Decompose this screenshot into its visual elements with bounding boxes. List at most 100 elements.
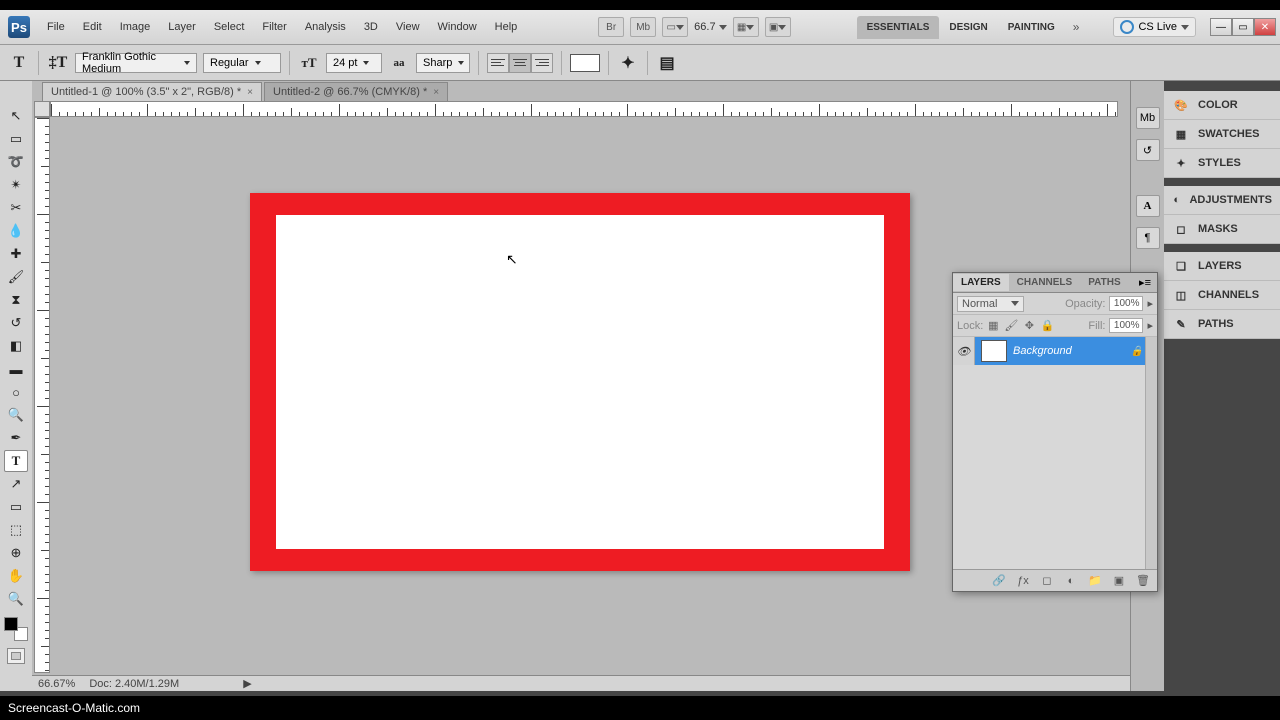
path-select-tool[interactable]: ↗ <box>4 473 28 495</box>
text-color-swatch[interactable] <box>570 54 600 72</box>
status-docinfo[interactable]: Doc: 2.40M/1.29M <box>89 678 179 690</box>
zoom-tool[interactable]: 🔍 <box>4 588 28 610</box>
menu-3d[interactable]: 3D <box>355 17 387 37</box>
close-icon[interactable]: × <box>247 87 253 98</box>
delete-layer-icon[interactable]: 🗑 <box>1135 574 1151 588</box>
menu-view[interactable]: View <box>387 17 429 37</box>
layer-name[interactable]: Background <box>1013 345 1072 357</box>
lock-all-icon[interactable]: 🔒 <box>1041 320 1053 332</box>
menu-analysis[interactable]: Analysis <box>296 17 355 37</box>
warp-text-icon[interactable]: ✦ <box>617 52 639 74</box>
healing-tool[interactable]: ✚ <box>4 243 28 265</box>
menu-help[interactable]: Help <box>486 17 527 37</box>
layer-visibility-icon[interactable]: 👁 <box>953 337 975 365</box>
screenmode-icon[interactable]: ▣ <box>765 17 791 37</box>
panel-menu-icon[interactable]: ▸≡ <box>1133 273 1157 292</box>
eraser-tool[interactable]: ◧ <box>4 335 28 357</box>
panel-adjustments[interactable]: ◐ADJUSTMENTS <box>1164 186 1280 215</box>
menu-window[interactable]: Window <box>429 17 486 37</box>
minibridge-icon[interactable]: Mb <box>630 17 656 37</box>
chevron-right-icon[interactable]: ▸ <box>1147 297 1153 310</box>
channels-tab[interactable]: CHANNELS <box>1009 274 1081 291</box>
layers-tab[interactable]: LAYERS <box>953 274 1009 291</box>
layer-thumbnail[interactable] <box>981 340 1007 362</box>
align-right-button[interactable] <box>531 53 553 73</box>
ruler-origin[interactable] <box>34 101 50 117</box>
text-orientation-icon[interactable]: ‡T <box>47 52 69 74</box>
ruler-vertical[interactable] <box>34 117 50 673</box>
eyedropper-tool[interactable]: 💧 <box>4 220 28 242</box>
lasso-tool[interactable]: ➰ <box>4 151 28 173</box>
menu-select[interactable]: Select <box>205 17 254 37</box>
character-dock-icon[interactable]: A <box>1136 195 1160 217</box>
hand-tool[interactable]: ✋ <box>4 565 28 587</box>
menu-edit[interactable]: Edit <box>74 17 111 37</box>
blend-mode-dropdown[interactable]: Normal <box>957 296 1024 312</box>
workspace-essentials[interactable]: ESSENTIALS <box>857 16 940 39</box>
pen-tool[interactable]: ✒ <box>4 427 28 449</box>
workspace-design[interactable]: DESIGN <box>939 16 997 39</box>
fill-input[interactable]: 100% <box>1109 318 1143 333</box>
history-brush-tool[interactable]: ↺ <box>4 312 28 334</box>
layer-fx-icon[interactable]: ƒx <box>1015 574 1031 588</box>
menu-filter[interactable]: Filter <box>253 17 295 37</box>
type-tool[interactable]: T <box>4 450 28 472</box>
minibridge-dock-icon[interactable]: Mb <box>1136 107 1160 129</box>
window-minimize[interactable]: — <box>1210 18 1232 36</box>
lock-image-icon[interactable]: 🖌 <box>1005 320 1017 332</box>
crop-tool[interactable]: ✂ <box>4 197 28 219</box>
fg-bg-colors[interactable] <box>4 617 28 641</box>
layer-mask-icon[interactable]: ◻ <box>1039 574 1055 588</box>
doc-tab-2[interactable]: Untitled-2 @ 66.7% (CMYK/8) *× <box>264 82 448 101</box>
status-zoom[interactable]: 66.67% <box>38 678 75 690</box>
panel-styles[interactable]: ✦STYLES <box>1164 149 1280 178</box>
tool-preset-icon[interactable]: T <box>8 52 30 74</box>
align-left-button[interactable] <box>487 53 509 73</box>
brush-tool[interactable]: 🖌 <box>4 266 28 288</box>
blur-tool[interactable]: ○ <box>4 381 28 403</box>
character-panel-icon[interactable]: ▤ <box>656 52 678 74</box>
quickmask-toggle[interactable] <box>7 648 25 664</box>
history-dock-icon[interactable]: ↺ <box>1136 139 1160 161</box>
layer-group-icon[interactable]: 📁 <box>1087 574 1103 588</box>
panel-paths[interactable]: ✎PATHS <box>1164 310 1280 339</box>
workspace-painting[interactable]: PAINTING <box>998 16 1065 39</box>
ruler-horizontal[interactable] <box>50 101 1118 117</box>
arrange-icon[interactable]: ▦ <box>733 17 759 37</box>
adjustment-layer-icon[interactable]: ◐ <box>1063 574 1079 588</box>
dodge-tool[interactable]: 🔍 <box>4 404 28 426</box>
shape-tool[interactable]: ▭ <box>4 496 28 518</box>
layer-row[interactable]: 👁 Background 🔒 <box>953 337 1157 365</box>
menu-layer[interactable]: Layer <box>159 17 205 37</box>
close-icon[interactable]: × <box>433 87 439 98</box>
panel-layers[interactable]: ❏LAYERS <box>1164 252 1280 281</box>
quickselect-tool[interactable]: ✴ <box>4 174 28 196</box>
new-layer-icon[interactable]: ▣ <box>1111 574 1127 588</box>
layers-panel[interactable]: LAYERS CHANNELS PATHS ▸≡ Normal Opacity:… <box>952 272 1158 592</box>
chevron-right-icon[interactable]: ▸ <box>1147 319 1153 332</box>
workspace-more[interactable]: » <box>1065 14 1088 40</box>
link-layers-icon[interactable]: 🔗 <box>991 574 1007 588</box>
panel-masks[interactable]: ◻MASKS <box>1164 215 1280 244</box>
viewextra-icon[interactable]: ▭ <box>662 17 688 37</box>
opacity-input[interactable]: 100% <box>1109 296 1143 311</box>
move-tool[interactable]: ↖ <box>4 105 28 127</box>
gradient-tool[interactable]: ▬ <box>4 358 28 380</box>
font-family-dropdown[interactable]: Franklin Gothic Medium <box>75 53 197 73</box>
lock-transparent-icon[interactable]: ▦ <box>987 320 999 332</box>
panel-swatches[interactable]: ▦SWATCHES <box>1164 120 1280 149</box>
marquee-tool[interactable]: ▭ <box>4 128 28 150</box>
paths-tab[interactable]: PATHS <box>1080 274 1128 291</box>
zoom-level[interactable]: 66.7 <box>694 21 726 33</box>
antialias-dropdown[interactable]: Sharp <box>416 53 470 73</box>
3d-camera-tool[interactable]: ⊕ <box>4 542 28 564</box>
cslive-button[interactable]: CS Live <box>1113 17 1196 37</box>
paragraph-dock-icon[interactable]: ¶ <box>1136 227 1160 249</box>
lock-position-icon[interactable]: ✥ <box>1023 320 1035 332</box>
canvas[interactable] <box>250 193 910 571</box>
doc-tab-1[interactable]: Untitled-1 @ 100% (3.5" x 2", RGB/8) *× <box>42 82 262 101</box>
3d-tool[interactable]: ⬚ <box>4 519 28 541</box>
align-center-button[interactable] <box>509 53 531 73</box>
window-close[interactable]: ✕ <box>1254 18 1276 36</box>
bridge-icon[interactable]: Br <box>598 17 624 37</box>
